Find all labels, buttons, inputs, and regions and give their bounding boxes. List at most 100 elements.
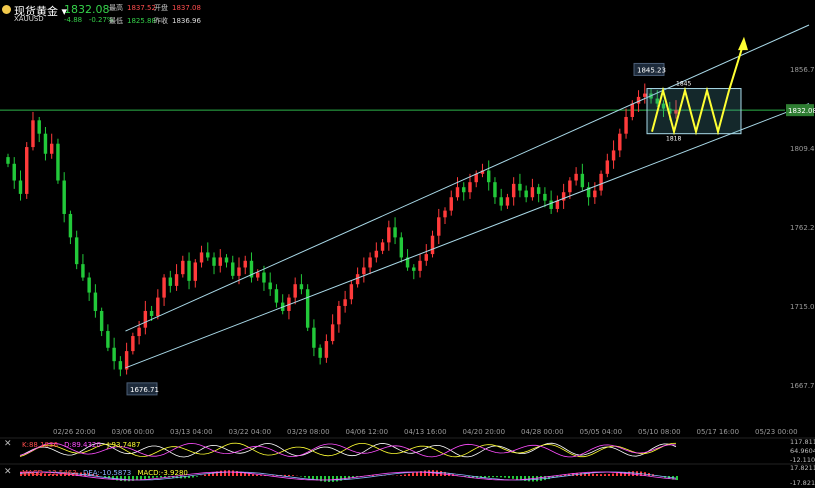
candle-body bbox=[387, 227, 391, 243]
low-stat: 最低 1825.88 bbox=[109, 16, 156, 26]
box-bottom-label: 1818 bbox=[666, 136, 681, 143]
candle-body bbox=[56, 143, 60, 181]
candle-body bbox=[68, 213, 73, 238]
candle-body bbox=[380, 242, 385, 251]
kdj-tick-label: 64.9604 bbox=[790, 447, 815, 455]
candle-body bbox=[43, 133, 48, 154]
prevclose-stat: 昨收 1836.96 bbox=[154, 16, 201, 26]
candle-body bbox=[81, 264, 85, 278]
macd-bar bbox=[332, 476, 334, 482]
x-tick-label: 03/06 00:00 bbox=[112, 428, 155, 436]
candle-body bbox=[162, 277, 166, 298]
candle-body bbox=[143, 310, 148, 328]
macd-bar bbox=[676, 476, 678, 481]
macd-bar bbox=[204, 474, 206, 476]
candle-body bbox=[37, 120, 41, 134]
x-tick-label: 05/10 08:00 bbox=[638, 428, 681, 436]
candle-body bbox=[524, 190, 528, 198]
candle-body bbox=[6, 157, 10, 164]
macd-bar bbox=[252, 474, 254, 476]
candle-body bbox=[62, 180, 66, 214]
macd-bar bbox=[196, 476, 198, 477]
ticker: XAUUSD bbox=[14, 15, 44, 23]
y-tick-label: 1762.25 bbox=[790, 224, 815, 232]
kdj-legend: K:88.1836 D:89.4320 J:93.7487 bbox=[22, 441, 140, 449]
candle-body bbox=[93, 292, 98, 311]
candle-body bbox=[312, 327, 316, 348]
candle-body bbox=[305, 289, 310, 328]
channel-upper-line bbox=[125, 24, 810, 332]
candle-body bbox=[368, 257, 372, 268]
candle-body bbox=[574, 173, 578, 181]
macd-bar bbox=[232, 470, 234, 476]
candle-body bbox=[106, 331, 110, 348]
candle-body bbox=[337, 305, 341, 325]
macd-bar bbox=[488, 476, 490, 478]
macd-bar bbox=[260, 475, 262, 476]
close-macd-icon[interactable]: ✕ bbox=[4, 467, 12, 477]
candle-body bbox=[330, 324, 335, 342]
price-chart[interactable]: 1856.72 1809.48 1762.25 1715.01 1667.77 1845 1… bbox=[0, 0, 815, 488]
candle-body bbox=[168, 277, 173, 286]
macd-bar bbox=[412, 472, 414, 476]
macd-bar bbox=[256, 474, 258, 476]
candle-body bbox=[206, 252, 210, 258]
candle-body bbox=[112, 347, 116, 362]
close-kdj-icon[interactable]: ✕ bbox=[4, 439, 12, 449]
candle-body bbox=[424, 254, 428, 261]
candle-body bbox=[580, 173, 585, 188]
candle-body bbox=[412, 267, 416, 271]
candle-body bbox=[530, 187, 535, 198]
macd-dif-label: -12.5463 bbox=[45, 469, 77, 477]
macd-title: MACD bbox=[22, 469, 43, 477]
y-tick-label: 1715.01 bbox=[790, 303, 815, 311]
macd-bar bbox=[612, 473, 614, 476]
candle-body bbox=[599, 173, 603, 191]
macd-bar bbox=[288, 474, 290, 476]
x-tick-label: 04/28 00:00 bbox=[521, 428, 564, 436]
macd-bar bbox=[308, 476, 310, 479]
candle-body bbox=[643, 93, 647, 97]
candle-body bbox=[224, 257, 229, 263]
macd-bar bbox=[508, 476, 510, 479]
macd-bar bbox=[616, 473, 618, 476]
macd-bar bbox=[604, 474, 606, 476]
macd-dea-label: DEA:-10.5873 bbox=[82, 469, 132, 477]
candle-body bbox=[156, 297, 160, 316]
high-label: 最高 bbox=[109, 4, 123, 12]
macd-legend: MACD -12.5463 DEA:-10.5873 MACD:-3.9280 bbox=[22, 469, 188, 477]
open-value: 1837.08 bbox=[172, 4, 201, 12]
candle-body bbox=[324, 341, 329, 358]
macd-bar bbox=[540, 476, 542, 481]
macd-bar bbox=[536, 476, 538, 482]
candle-body bbox=[624, 116, 628, 134]
macd-bar bbox=[304, 476, 306, 478]
candle-body bbox=[137, 327, 141, 337]
candle-body bbox=[536, 187, 541, 194]
candle-body bbox=[618, 133, 622, 151]
candle-body bbox=[605, 160, 610, 174]
macd-bar bbox=[328, 476, 330, 482]
kdj-tick-label: -12.1102 bbox=[790, 456, 815, 464]
macd-bar bbox=[504, 476, 506, 478]
macd-bar bbox=[324, 476, 326, 482]
open-label: 开盘 bbox=[154, 4, 168, 12]
macd-bar bbox=[608, 473, 610, 476]
candle-body bbox=[511, 183, 516, 198]
macd-bar bbox=[404, 474, 406, 476]
candle-body bbox=[231, 262, 235, 276]
candle-body bbox=[99, 310, 104, 332]
candle-body bbox=[237, 267, 241, 276]
kdj-tick-label: 117.811 bbox=[790, 438, 815, 446]
macd-tick-label: -17.8211 bbox=[790, 479, 815, 487]
open-stat: 开盘 1837.08 bbox=[154, 3, 201, 13]
x-tick-label: 04/20 20:00 bbox=[463, 428, 506, 436]
x-tick-label: 04/06 12:00 bbox=[346, 428, 389, 436]
change-value: -4.88 bbox=[64, 16, 83, 24]
macd-tick-label: 17.8211 bbox=[790, 464, 815, 472]
macd-bar bbox=[192, 476, 194, 478]
high-stat: 最高 1837.52 bbox=[109, 3, 156, 13]
candle-body bbox=[343, 299, 347, 306]
prevclose-label: 昨收 bbox=[154, 17, 168, 25]
macd-bar bbox=[320, 476, 322, 482]
